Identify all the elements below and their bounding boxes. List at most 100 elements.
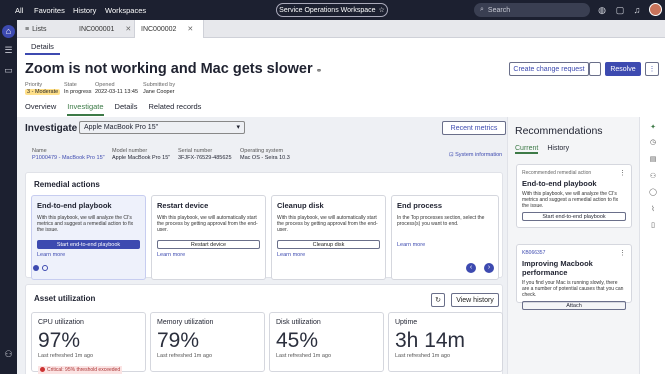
- tab-history[interactable]: History: [547, 145, 569, 154]
- bell-icon[interactable]: ♫: [631, 4, 643, 16]
- meta-submitted-by: Submitted by Jane Cooper: [143, 82, 175, 95]
- nav-workspaces[interactable]: Workspaces: [105, 6, 146, 15]
- field-name: Name P1000479 - MacBook Pro 15": [32, 148, 105, 161]
- kebab-menu-icon[interactable]: ⋮: [645, 62, 659, 76]
- view-history-button[interactable]: View history: [451, 293, 499, 307]
- nav-history[interactable]: History: [73, 6, 96, 15]
- remedial-card[interactable]: End process In the Top processes section…: [391, 195, 499, 280]
- pager-dot-active[interactable]: [33, 265, 39, 271]
- asset-panel: Asset utilization ↻ View history CPU uti…: [25, 284, 503, 374]
- submitted-by-link[interactable]: Jane Cooper: [143, 89, 175, 96]
- home-icon[interactable]: ⌂: [2, 25, 15, 38]
- tab-label: INC000001: [79, 25, 115, 33]
- lightbulb-icon[interactable]: ✦: [647, 122, 659, 134]
- meta-label: Submitted by: [143, 82, 176, 88]
- metric-card-memory: Memory utilization 79% Last refreshed 1m…: [150, 312, 265, 372]
- kebab-menu-icon[interactable]: ⋮: [619, 249, 626, 257]
- resolve-button[interactable]: Resolve: [605, 62, 641, 76]
- create-change-request-button[interactable]: Create change request: [509, 62, 589, 76]
- left-rail: ⌂ ☰ ▭ ⚇: [0, 20, 17, 374]
- top-nav: All Favorites History Workspaces Service…: [0, 0, 665, 20]
- history-icon[interactable]: ◷: [647, 137, 659, 149]
- nav-all[interactable]: All: [15, 6, 23, 15]
- investigate-content: Investigate Apple MacBook Pro 15" ▾ Recen…: [17, 117, 507, 374]
- start-playbook-button[interactable]: Start end-to-end playbook: [522, 212, 626, 221]
- system-information-link[interactable]: ⊡ System information: [449, 152, 502, 159]
- tab-inc000002[interactable]: INC000002 ✕: [134, 20, 204, 38]
- critical-text: Critical: 95% threshold exceeded: [47, 366, 121, 373]
- tab-inc000001[interactable]: INC000001 ✕: [73, 20, 137, 38]
- device-select[interactable]: Apple MacBook Pro 15" ▾: [79, 121, 245, 134]
- learn-more-link[interactable]: Learn more: [37, 252, 140, 258]
- attachment-icon[interactable]: ⌇: [647, 204, 659, 216]
- remedial-card[interactable]: Restart device With this playbook, we wi…: [151, 195, 266, 280]
- nav-favorites[interactable]: Favorites: [34, 6, 65, 15]
- metric-refreshed: Last refreshed 1m ago: [157, 353, 213, 359]
- chevron-left-icon[interactable]: ‹: [466, 263, 476, 273]
- tab-related-records[interactable]: Related records: [148, 102, 201, 116]
- tab-label: INC000002: [141, 25, 177, 33]
- start-playbook-button[interactable]: Start end-to-end playbook: [37, 240, 140, 249]
- cleanup-disk-button[interactable]: Cleanup disk: [277, 240, 380, 249]
- people-icon[interactable]: ⚇: [647, 171, 659, 183]
- clipboard-icon[interactable]: ▤: [647, 154, 659, 166]
- star-icon[interactable]: ☆: [379, 6, 385, 14]
- recent-metrics-button[interactable]: Recent metrics: [442, 121, 506, 135]
- kb-link[interactable]: KB066357: [522, 250, 626, 256]
- remedial-card[interactable]: End-to-end playbook With this playbook, …: [31, 195, 146, 280]
- field-label: Operating system: [240, 148, 284, 154]
- subtab-details[interactable]: Details: [25, 40, 60, 55]
- refresh-icon[interactable]: ↻: [431, 293, 445, 307]
- record-title: Zoom is not working and Mac gets slower: [25, 61, 313, 77]
- card-title: Cleanup disk: [277, 201, 324, 210]
- link-icon[interactable]: ⚭: [316, 66, 323, 75]
- metric-value: 3h 14m: [395, 329, 466, 352]
- meta-value: 2022-03-11 13:45: [95, 88, 139, 95]
- restart-device-button[interactable]: Restart device: [157, 240, 260, 249]
- attach-button[interactable]: Attach: [522, 301, 626, 310]
- chevron-right-icon[interactable]: ›: [484, 263, 494, 273]
- name-link[interactable]: P1000479 - MacBook Pro 15": [32, 155, 105, 162]
- search-placeholder: Search: [487, 6, 511, 14]
- card-title: End-to-end playbook: [522, 179, 597, 188]
- recommendation-card: ⋮ KB066357 Improving Macbook performance…: [516, 244, 632, 310]
- remedial-card[interactable]: Cleanup disk With this playbook, we will…: [271, 195, 386, 280]
- tab-lists[interactable]: ≡ Lists: [19, 20, 53, 38]
- learn-more-link[interactable]: Learn more: [397, 242, 493, 248]
- close-icon[interactable]: ✕: [187, 25, 193, 33]
- connect-icon[interactable]: ⚇: [2, 348, 15, 361]
- list-icon: ≡: [25, 25, 30, 33]
- inbox-icon[interactable]: ▭: [2, 64, 15, 77]
- device-select-value: Apple MacBook Pro 15": [84, 124, 159, 131]
- learn-more-link[interactable]: Learn more: [157, 252, 260, 258]
- card-title: End-to-end playbook: [37, 201, 112, 210]
- close-icon[interactable]: ✕: [125, 25, 131, 33]
- chevron-down-icon: ▾: [236, 124, 240, 131]
- learn-more-link[interactable]: Learn more: [277, 252, 380, 258]
- card-desc: With this playbook, we will automaticall…: [157, 215, 258, 233]
- pager-dot[interactable]: [42, 265, 48, 271]
- chat-icon[interactable]: ▢: [614, 4, 626, 16]
- globe-icon[interactable]: ◍: [596, 4, 608, 16]
- kebab-menu-icon[interactable]: ⋮: [619, 169, 626, 177]
- workspace-title: Service Operations Workspace: [279, 6, 376, 14]
- workspace-title-pill[interactable]: Service Operations Workspace ☆: [276, 3, 388, 17]
- tab-details[interactable]: Details: [115, 102, 138, 116]
- card-kicker: Recommended remedial action: [522, 170, 592, 176]
- chat-icon[interactable]: ◯: [647, 187, 659, 199]
- document-icon[interactable]: ▯: [647, 220, 659, 232]
- metric-label: Uptime: [395, 319, 418, 326]
- tab-overview[interactable]: Overview: [25, 102, 56, 116]
- meta-state: State In progress: [64, 82, 92, 95]
- tab-investigate[interactable]: Investigate: [67, 102, 104, 116]
- recommendations-panel: Recommendations Current History ⋮ Recomm…: [507, 117, 639, 374]
- field-value: Mac OS - Seira 10.3: [240, 154, 290, 161]
- list-icon[interactable]: ☰: [2, 44, 15, 57]
- tab-current[interactable]: Current: [515, 145, 539, 154]
- avatar[interactable]: [649, 3, 662, 16]
- field-os: Operating system Mac OS - Seira 10.3: [240, 148, 290, 161]
- metric-card-disk: Disk utilization 45% Last refreshed 1m a…: [269, 312, 384, 372]
- card-desc: In the Top processes section, select the…: [397, 215, 485, 227]
- more-options-button[interactable]: [589, 62, 601, 76]
- global-search[interactable]: ⌕ Search: [474, 3, 590, 17]
